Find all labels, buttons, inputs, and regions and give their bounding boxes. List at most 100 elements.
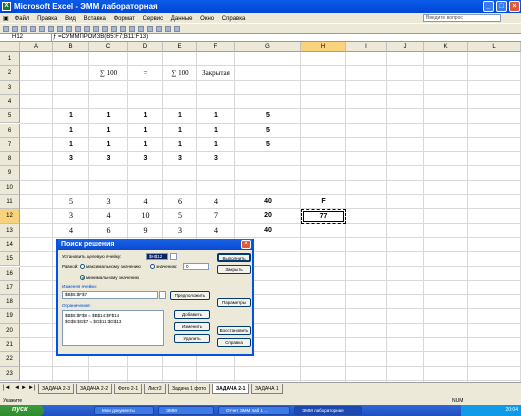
constraints-list[interactable]: $B$5:$F$8 = $B$14:$F$14 $G$5:$G$7 = $G$1… <box>62 310 164 346</box>
cell-f8[interactable]: 3 <box>197 152 235 166</box>
reset-button[interactable]: Восстановить <box>217 326 251 335</box>
change-button[interactable]: Изменить <box>174 322 210 331</box>
chart-wizard-icon[interactable] <box>165 26 171 32</box>
undo-icon[interactable] <box>111 26 117 32</box>
cell-g5[interactable]: 5 <box>235 109 301 123</box>
cell-h12[interactable]: 77 <box>301 209 346 224</box>
paste-icon[interactable] <box>93 26 99 32</box>
redo-icon[interactable] <box>120 26 126 32</box>
row-header-20[interactable]: 20 <box>0 323 20 338</box>
cell-d12[interactable]: 10 <box>128 209 163 223</box>
cell-e6[interactable]: 1 <box>163 124 197 138</box>
cell-b6[interactable]: 1 <box>53 124 89 138</box>
cell-d7[interactable]: 1 <box>128 138 163 152</box>
cell-e8[interactable]: 3 <box>163 152 197 166</box>
min-radio[interactable] <box>80 275 85 280</box>
tab-7[interactable]: ЗАДАЧА 1 <box>251 384 283 394</box>
email-icon[interactable] <box>39 26 45 32</box>
cell-c8[interactable]: 3 <box>89 152 128 166</box>
menu-insert[interactable]: Вставка <box>81 14 109 22</box>
collapse-dialog-icon[interactable] <box>159 291 166 299</box>
cell-e7[interactable]: 1 <box>163 138 197 152</box>
row-header-15[interactable]: 15 <box>0 252 20 267</box>
menu-help[interactable]: Справка <box>219 14 249 22</box>
format-painter-icon[interactable] <box>102 26 108 32</box>
row-header-14[interactable]: 14 <box>0 237 20 253</box>
taskbar-item[interactable]: Мои документы <box>94 406 154 415</box>
name-box[interactable]: H12 <box>0 34 52 42</box>
cell-e11[interactable]: 6 <box>163 195 197 209</box>
menu-edit[interactable]: Правка <box>34 14 60 22</box>
row-header-9[interactable]: 9 <box>0 166 20 181</box>
cell-e12[interactable]: 5 <box>163 209 197 223</box>
hyperlink-icon[interactable] <box>129 26 135 32</box>
row-header-5[interactable]: 5 <box>0 109 20 124</box>
row-header-13[interactable]: 13 <box>0 223 20 238</box>
help-button[interactable]: Справка <box>217 338 251 347</box>
cell-c5[interactable]: 1 <box>89 109 128 123</box>
cut-icon[interactable] <box>75 26 81 32</box>
copy-icon[interactable] <box>84 26 90 32</box>
taskbar-item[interactable]: ЭММ лабораторная <box>294 406 362 415</box>
cell-d11[interactable]: 4 <box>128 195 163 209</box>
list-item[interactable]: $B$5:$F$8 = $B$14:$F$14 <box>63 311 163 318</box>
cell-e2[interactable]: ∑ 100 <box>163 66 197 80</box>
formula-input[interactable]: =СУММПРОИЗВ(B5:F7;B11:F13) <box>58 34 148 40</box>
tab-5[interactable]: Задача 1 фото <box>168 384 211 394</box>
cell-g11[interactable]: 40 <box>235 195 301 209</box>
tab-scroll-next-icon[interactable]: ► <box>21 385 27 391</box>
cell-g7[interactable]: 5 <box>235 138 301 152</box>
cell-b11[interactable]: 5 <box>53 195 89 209</box>
column-header-g[interactable]: G <box>235 42 301 52</box>
dialog-close-button[interactable]: × <box>241 240 251 249</box>
tab-3[interactable]: Фото 2-1 <box>114 384 143 394</box>
cell-f6[interactable]: 1 <box>197 124 235 138</box>
column-header-h[interactable]: H <box>301 42 346 52</box>
spelling-icon[interactable] <box>66 26 72 32</box>
close-button[interactable]: × <box>509 1 520 12</box>
delete-button[interactable]: Удалить <box>174 334 210 343</box>
cell-e13[interactable]: 3 <box>163 224 197 238</box>
row-header-21[interactable]: 21 <box>0 338 20 353</box>
column-header-f[interactable]: F <box>197 42 235 52</box>
column-header-a[interactable]: A <box>20 42 53 52</box>
row-header-1[interactable]: 1 <box>0 52 20 67</box>
row-header-3[interactable]: 3 <box>0 80 20 95</box>
cell-b12[interactable]: 3 <box>53 209 89 223</box>
cell-b7[interactable]: 1 <box>53 138 89 152</box>
close-dialog-button[interactable]: Закрыть <box>217 265 251 274</box>
column-header-b[interactable]: B <box>53 42 89 52</box>
collapse-dialog-icon[interactable] <box>170 253 177 260</box>
tab-2[interactable]: ЗАДАЧА 2-2 <box>76 384 113 394</box>
menu-view[interactable]: Вид <box>62 14 79 22</box>
print-icon[interactable] <box>48 26 54 32</box>
cell-d5[interactable]: 1 <box>128 109 163 123</box>
tab-1[interactable]: ЗАДАЧА 2-3 <box>38 384 75 394</box>
target-cell-input[interactable]: $H$12 <box>146 253 168 260</box>
minimize-button[interactable]: _ <box>483 1 494 12</box>
column-header-c[interactable]: C <box>89 42 128 52</box>
row-header-23[interactable]: 23 <box>0 366 20 381</box>
row-header-2[interactable]: 2 <box>0 66 20 81</box>
cell-f7[interactable]: 1 <box>197 138 235 152</box>
row-header-7[interactable]: 7 <box>0 137 20 153</box>
cell-b5[interactable]: 1 <box>53 109 89 123</box>
cell-c7[interactable]: 1 <box>89 138 128 152</box>
tab-scroll-prev-icon[interactable]: ◄ <box>14 385 20 391</box>
max-radio[interactable] <box>80 264 85 269</box>
cell-g12[interactable]: 20 <box>235 209 301 223</box>
taskbar-item[interactable]: Отчет ЭММ лаб 1 ... <box>218 406 290 415</box>
sort-asc-icon[interactable] <box>147 26 153 32</box>
drawing-icon[interactable] <box>174 26 180 32</box>
cell-g6[interactable]: 5 <box>235 124 301 138</box>
value-input[interactable]: 0 <box>183 263 209 270</box>
menu-data[interactable]: Данные <box>168 14 196 22</box>
save-icon[interactable] <box>21 26 27 32</box>
preview-icon[interactable] <box>57 26 63 32</box>
cell-d8[interactable]: 3 <box>128 152 163 166</box>
options-button[interactable]: Параметры <box>217 298 251 307</box>
cell-c6[interactable]: 1 <box>89 124 128 138</box>
row-header-8[interactable]: 8 <box>0 152 20 167</box>
cell-d6[interactable]: 1 <box>128 124 163 138</box>
menu-format[interactable]: Формат <box>111 14 138 22</box>
